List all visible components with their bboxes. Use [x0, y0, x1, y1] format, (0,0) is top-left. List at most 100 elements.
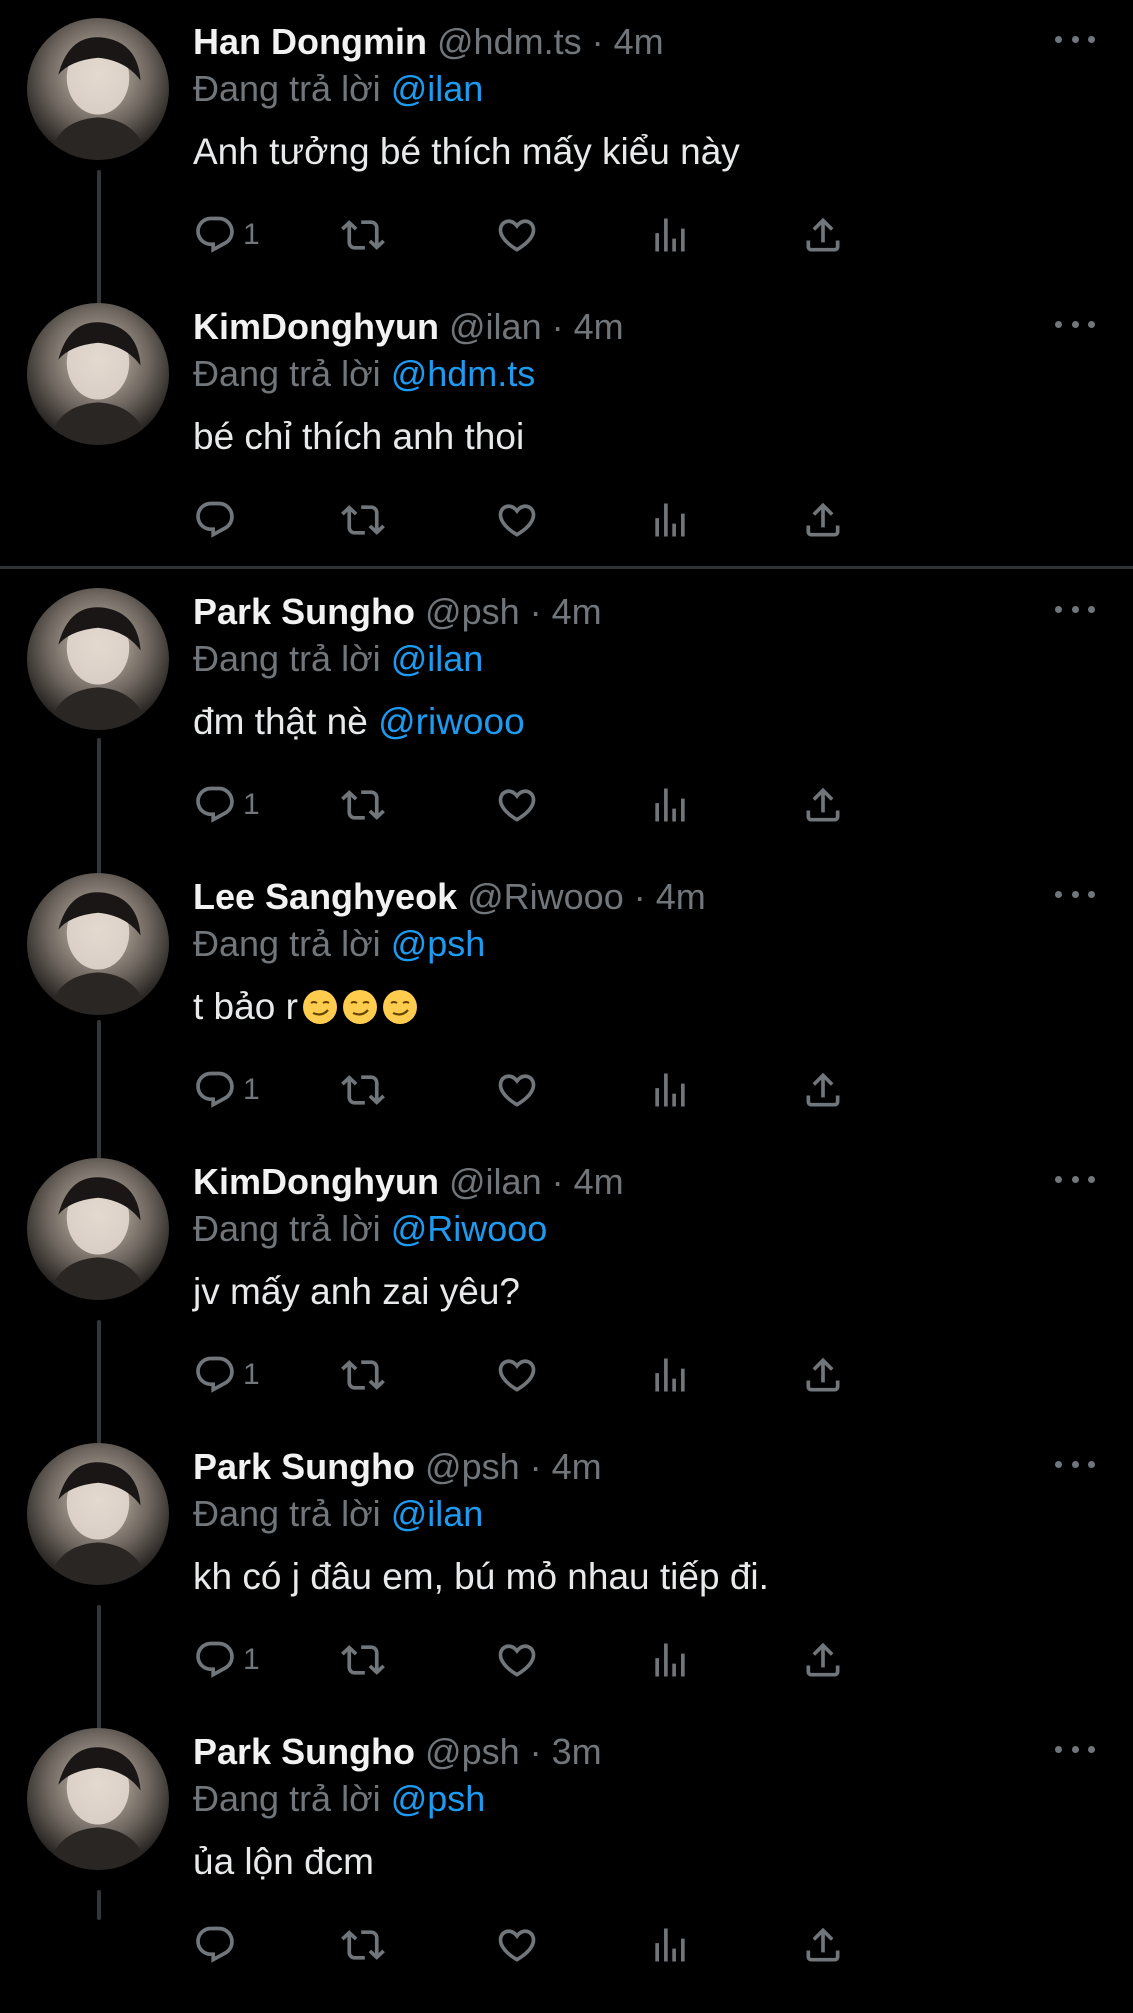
- more-icon[interactable]: [1055, 1164, 1095, 1194]
- avatar-photo: [27, 1443, 169, 1585]
- share-button[interactable]: [801, 1065, 845, 1115]
- handle[interactable]: @ilan: [449, 306, 542, 347]
- like-button[interactable]: [495, 1920, 539, 1970]
- handle[interactable]: @ilan: [449, 1161, 542, 1202]
- handle[interactable]: @psh: [425, 1446, 520, 1487]
- display-name[interactable]: Han Dongmin: [193, 21, 427, 62]
- display-name[interactable]: Park Sungho: [193, 1446, 415, 1487]
- handle[interactable]: @hdm.ts: [437, 21, 582, 62]
- avatar[interactable]: [27, 588, 169, 730]
- action-bar: 1: [193, 1635, 1013, 1685]
- share-button[interactable]: [801, 210, 845, 260]
- retweet-button[interactable]: [341, 1065, 385, 1115]
- avatar-photo: [27, 1158, 169, 1300]
- tweet-text: ủa lộn đcm: [193, 1838, 374, 1886]
- avatar[interactable]: [27, 1158, 169, 1300]
- display-name[interactable]: KimDonghyun: [193, 306, 439, 347]
- views-icon: [655, 1358, 685, 1392]
- timestamp[interactable]: 4m: [574, 1161, 624, 1202]
- text-mention[interactable]: @riwooo: [378, 701, 525, 742]
- timestamp[interactable]: 4m: [574, 306, 624, 347]
- timestamp[interactable]: 4m: [656, 876, 706, 917]
- timestamp[interactable]: 4m: [552, 591, 602, 632]
- retweet-button[interactable]: [341, 1635, 385, 1685]
- avatar[interactable]: [27, 1728, 169, 1870]
- share-button[interactable]: [801, 780, 845, 830]
- reply-button[interactable]: 1: [193, 1635, 260, 1685]
- avatar[interactable]: [27, 1443, 169, 1585]
- views-button[interactable]: [648, 1920, 692, 1970]
- retweet-button[interactable]: [341, 210, 385, 260]
- tweet-header: Han Dongmin @hdm.ts · 4m: [193, 20, 664, 64]
- tweet-text-body: bé chỉ thích anh thoi: [193, 416, 525, 457]
- views-button[interactable]: [648, 495, 692, 545]
- reply-button[interactable]: 1: [193, 1065, 260, 1115]
- tweet-header: Park Sungho @psh · 4m: [193, 590, 602, 634]
- tweet[interactable]: KimDonghyun @ilan · 4m Đang trả lời @hdm…: [0, 303, 1133, 588]
- share-button[interactable]: [801, 1920, 845, 1970]
- timestamp[interactable]: 4m: [614, 21, 664, 62]
- views-button[interactable]: [648, 1635, 692, 1685]
- reply-button[interactable]: [193, 495, 243, 545]
- tweet[interactable]: Park Sungho @psh · 4m Đang trả lời @ilan…: [0, 588, 1133, 873]
- views-button[interactable]: [648, 210, 692, 260]
- views-button[interactable]: [648, 780, 692, 830]
- reply-button[interactable]: 1: [193, 210, 260, 260]
- heart-icon: [498, 1074, 536, 1107]
- tweet[interactable]: Park Sungho @psh · 3m Đang trả lời @psh …: [0, 1728, 1133, 2013]
- reply-count: 1: [243, 1073, 260, 1106]
- avatar-photo: [27, 18, 169, 160]
- retweet-button[interactable]: [341, 1350, 385, 1400]
- reply-button[interactable]: 1: [193, 1350, 260, 1400]
- reply-to-mention[interactable]: @hdm.ts: [391, 353, 536, 394]
- more-icon[interactable]: [1055, 309, 1095, 339]
- display-name[interactable]: KimDonghyun: [193, 1161, 439, 1202]
- tweet[interactable]: Han Dongmin @hdm.ts · 4m Đang trả lời @i…: [0, 18, 1133, 303]
- reply-button[interactable]: [193, 1920, 243, 1970]
- like-button[interactable]: [495, 780, 539, 830]
- reply-to-mention[interactable]: @psh: [391, 923, 486, 964]
- views-button[interactable]: [648, 1065, 692, 1115]
- share-button[interactable]: [801, 1350, 845, 1400]
- more-icon[interactable]: [1055, 879, 1095, 909]
- handle[interactable]: @psh: [425, 1731, 520, 1772]
- reply-to-mention[interactable]: @ilan: [391, 638, 484, 679]
- more-icon[interactable]: [1055, 594, 1095, 624]
- handle[interactable]: @Riwooo: [467, 876, 624, 917]
- heart-icon: [498, 1359, 536, 1392]
- tweet[interactable]: Lee Sanghyeok @Riwooo · 4m Đang trả lời …: [0, 873, 1133, 1158]
- reply-to-mention[interactable]: @psh: [391, 1778, 486, 1819]
- retweet-button[interactable]: [341, 495, 385, 545]
- avatar[interactable]: [27, 873, 169, 1015]
- reply-to-mention[interactable]: @Riwooo: [391, 1208, 548, 1249]
- display-name[interactable]: Park Sungho: [193, 1731, 415, 1772]
- display-name[interactable]: Park Sungho: [193, 591, 415, 632]
- like-button[interactable]: [495, 495, 539, 545]
- tweet[interactable]: KimDonghyun @ilan · 4m Đang trả lời @Riw…: [0, 1158, 1133, 1443]
- more-icon[interactable]: [1055, 1449, 1095, 1479]
- smirk-emoji: [302, 990, 337, 1024]
- views-button[interactable]: [648, 1350, 692, 1400]
- display-name[interactable]: Lee Sanghyeok: [193, 876, 457, 917]
- reply-to-mention[interactable]: @ilan: [391, 68, 484, 109]
- avatar[interactable]: [27, 18, 169, 160]
- reply-icon: [196, 786, 234, 823]
- like-button[interactable]: [495, 1065, 539, 1115]
- timestamp[interactable]: 4m: [552, 1446, 602, 1487]
- retweet-button[interactable]: [341, 780, 385, 830]
- tweet[interactable]: Park Sungho @psh · 4m Đang trả lời @ilan…: [0, 1443, 1133, 1728]
- handle[interactable]: @psh: [425, 591, 520, 632]
- more-icon[interactable]: [1055, 24, 1095, 54]
- like-button[interactable]: [495, 1635, 539, 1685]
- avatar[interactable]: [27, 303, 169, 445]
- timestamp[interactable]: 3m: [552, 1731, 602, 1772]
- share-button[interactable]: [801, 1635, 845, 1685]
- share-button[interactable]: [801, 495, 845, 545]
- more-icon[interactable]: [1055, 1734, 1095, 1764]
- reply-to-mention[interactable]: @ilan: [391, 1493, 484, 1534]
- like-button[interactable]: [495, 210, 539, 260]
- tweet-text-body: t bảo r: [193, 986, 298, 1027]
- reply-button[interactable]: 1: [193, 780, 260, 830]
- like-button[interactable]: [495, 1350, 539, 1400]
- retweet-button[interactable]: [341, 1920, 385, 1970]
